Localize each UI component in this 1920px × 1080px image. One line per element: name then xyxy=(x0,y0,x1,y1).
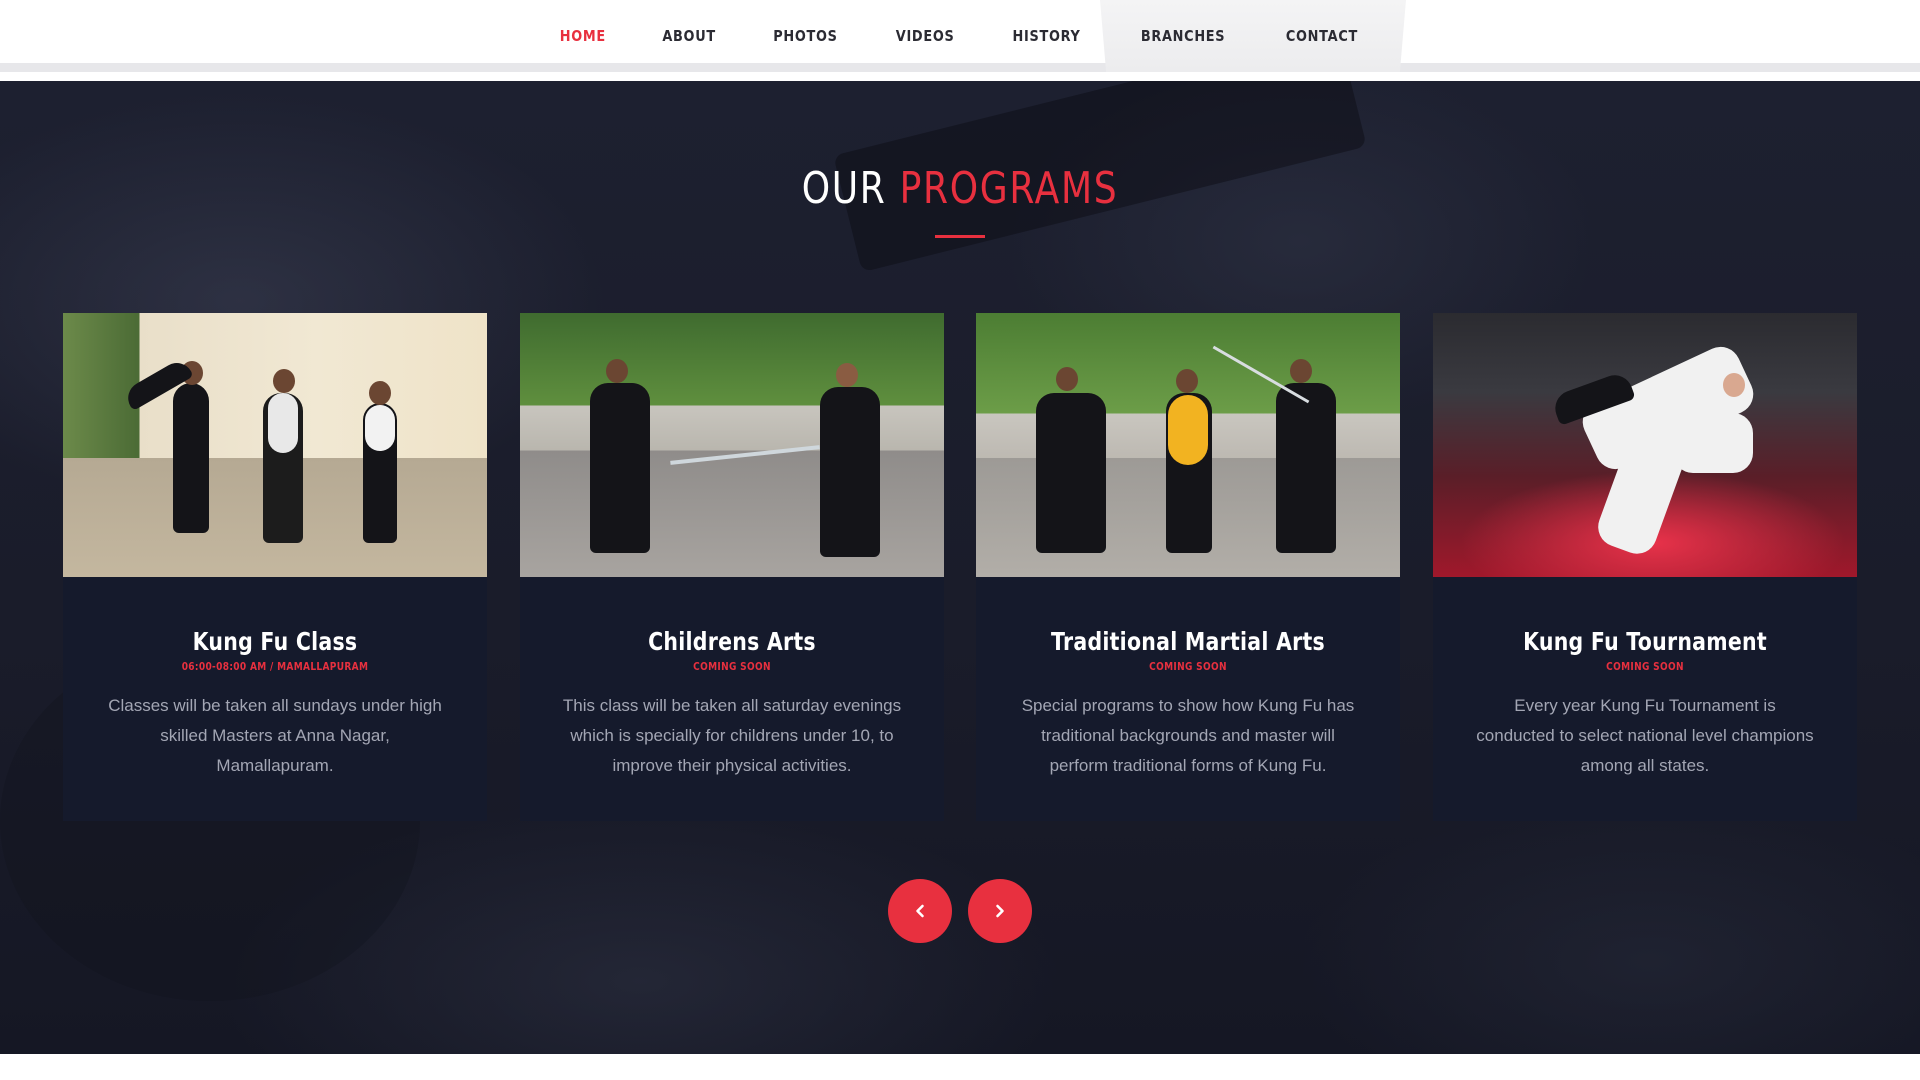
nav-item-videos[interactable]: VIDEOS xyxy=(875,0,975,72)
program-subtitle: 06:00-08:00 AM / MAMALLAPURAM xyxy=(181,660,369,673)
nav-item-photos[interactable]: PHOTOS xyxy=(752,0,858,72)
program-title: Kung Fu Tournament xyxy=(1523,627,1767,656)
program-card-kung-fu-class[interactable]: Kung Fu Class 06:00-08:00 AM / MAMALLAPU… xyxy=(63,313,487,821)
program-description: Special programs to show how Kung Fu has… xyxy=(1021,696,1355,775)
program-subtitle: COMING SOON xyxy=(1149,660,1227,673)
programs-section: OUR PROGRAMS Kung Fu Class 06:00-08:00 A… xyxy=(0,81,1920,1054)
top-navigation: HOME ABOUT PHOTOS VIDEOS HISTORY BRANCHE… xyxy=(0,0,1920,72)
program-description: This class will be taken all saturday ev… xyxy=(562,696,902,775)
program-subtitle: COMING SOON xyxy=(1606,660,1684,673)
title-underline xyxy=(935,235,985,238)
chevron-left-icon xyxy=(912,903,928,919)
nav-item-home[interactable]: HOME xyxy=(539,0,626,72)
section-title: OUR PROGRAMS xyxy=(173,163,1747,214)
program-card-childrens-arts[interactable]: Childrens Arts COMING SOON This class wi… xyxy=(520,313,944,821)
carousel-next-button[interactable] xyxy=(968,879,1032,943)
program-subtitle: COMING SOON xyxy=(693,660,771,673)
program-photo-traditional-martial-arts xyxy=(976,313,1400,577)
nav-item-history[interactable]: HISTORY xyxy=(992,0,1101,72)
program-photo-kung-fu-tournament xyxy=(1433,313,1857,577)
nav-item-about[interactable]: ABOUT xyxy=(641,0,736,72)
carousel-prev-button[interactable] xyxy=(888,879,952,943)
program-description: Every year Kung Fu Tournament is conduct… xyxy=(1476,696,1814,775)
main-menu: HOME ABOUT PHOTOS VIDEOS HISTORY BRANCHE… xyxy=(0,0,1920,72)
page-bottom-strip xyxy=(0,1054,1920,1080)
section-title-part2: PROGRAMS xyxy=(899,163,1119,214)
program-photo-kung-fu-class xyxy=(63,313,487,577)
program-card-kung-fu-tournament[interactable]: Kung Fu Tournament COMING SOON Every yea… xyxy=(1433,313,1857,821)
chevron-right-icon xyxy=(992,903,1008,919)
nav-item-branches[interactable]: BRANCHES xyxy=(1120,0,1246,72)
program-title: Childrens Arts xyxy=(648,627,816,656)
program-title: Kung Fu Class xyxy=(192,627,358,656)
nav-item-contact[interactable]: CONTACT xyxy=(1265,0,1378,72)
program-card-traditional-martial-arts[interactable]: Traditional Martial Arts COMING SOON Spe… xyxy=(976,313,1400,821)
program-photo-childrens-arts xyxy=(520,313,944,577)
section-title-part1: OUR xyxy=(801,163,887,214)
program-description: Classes will be taken all sundays under … xyxy=(108,696,442,775)
program-title: Traditional Martial Arts xyxy=(1051,627,1325,656)
